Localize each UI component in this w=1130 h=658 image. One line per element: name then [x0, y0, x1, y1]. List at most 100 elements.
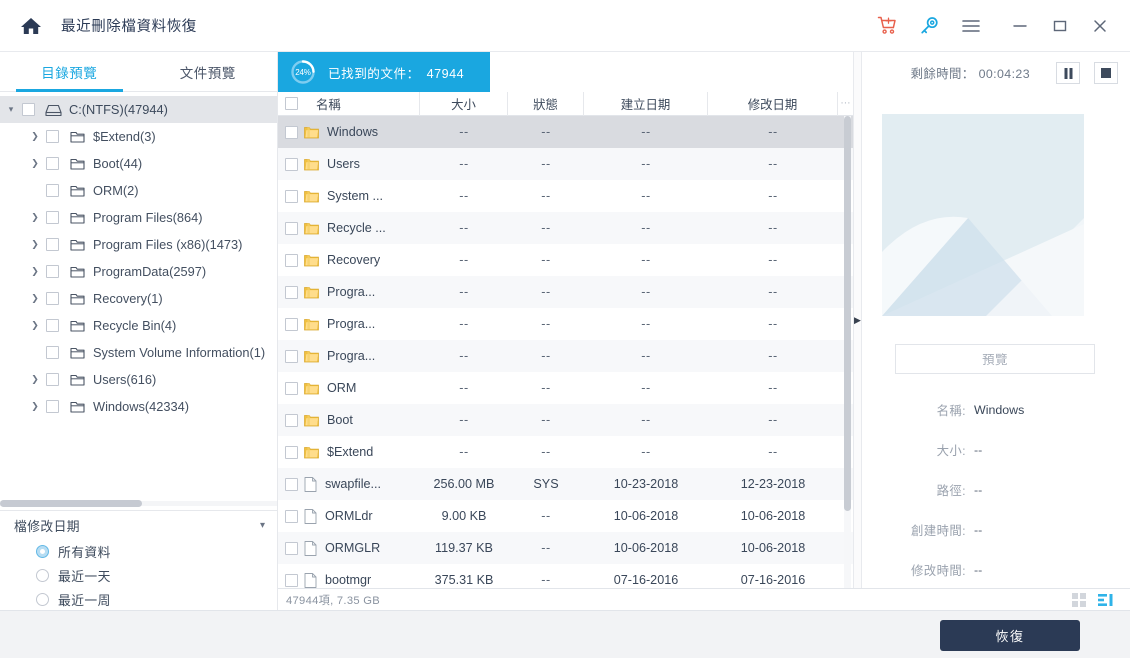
- tree-item[interactable]: ❯ORM(2): [0, 177, 277, 204]
- tree-item[interactable]: ❯ Program Files(864): [0, 204, 277, 231]
- column-header-modified-date[interactable]: 修改日期: [708, 91, 838, 116]
- radio-button[interactable]: [36, 568, 49, 582]
- preview-meta-row: 大小: --: [862, 430, 1130, 470]
- tab-directory-preview[interactable]: 目錄預覽: [0, 52, 139, 92]
- chevron-right-icon[interactable]: ❯: [24, 123, 46, 150]
- date-filter-option[interactable]: 所有資料: [0, 539, 277, 563]
- close-button[interactable]: [1080, 7, 1120, 45]
- date-filter-header[interactable]: 檔修改日期 ▾: [0, 511, 277, 539]
- home-icon[interactable]: [17, 12, 45, 40]
- tree-item-checkbox[interactable]: [46, 211, 59, 224]
- tree-item[interactable]: ❯ Windows(42334): [0, 393, 277, 420]
- tree-item-checkbox[interactable]: [46, 238, 59, 251]
- recover-button[interactable]: 恢復: [940, 620, 1080, 651]
- chevron-right-icon[interactable]: ❯: [24, 393, 46, 420]
- column-header-created-date[interactable]: 建立日期: [584, 91, 708, 116]
- tree-item-checkbox[interactable]: [46, 265, 59, 278]
- tree-item-checkbox[interactable]: [46, 130, 59, 143]
- stop-scan-button[interactable]: [1094, 62, 1118, 84]
- table-row[interactable]: ORMGLR 119.37 KB -- 10-06-2018 10-06-2018: [278, 532, 853, 564]
- tree-item[interactable]: ❯ $Extend(3): [0, 123, 277, 150]
- table-row[interactable]: System ... -- -- -- --: [278, 180, 853, 212]
- table-row[interactable]: Boot -- -- -- --: [278, 404, 853, 436]
- chevron-right-icon[interactable]: ❯: [24, 285, 46, 312]
- chevron-down-icon[interactable]: ▾: [0, 96, 22, 123]
- chevron-right-icon[interactable]: ❯: [24, 312, 46, 339]
- column-header-size[interactable]: 大小: [420, 91, 508, 116]
- row-checkbox[interactable]: [284, 317, 298, 331]
- tree-item-checkbox[interactable]: [46, 319, 59, 332]
- tree-item[interactable]: ❯ Recycle Bin(4): [0, 312, 277, 339]
- tree-item-checkbox[interactable]: [22, 103, 35, 116]
- radio-button[interactable]: [36, 592, 49, 606]
- tree-horizontal-scrollbar[interactable]: [0, 499, 277, 508]
- tree-item-checkbox[interactable]: [46, 346, 59, 359]
- tree-item[interactable]: ❯ Recovery(1): [0, 285, 277, 312]
- maximize-button[interactable]: [1040, 7, 1080, 45]
- row-checkbox[interactable]: [284, 573, 298, 587]
- table-row[interactable]: Progra... -- -- -- --: [278, 276, 853, 308]
- date-filter-option[interactable]: 最近一周: [0, 587, 277, 611]
- row-checkbox[interactable]: [284, 221, 298, 235]
- chevron-right-icon[interactable]: ❯: [24, 231, 46, 258]
- tree-item-checkbox[interactable]: [46, 184, 59, 197]
- key-button[interactable]: [910, 7, 948, 45]
- row-checkbox[interactable]: [284, 445, 298, 459]
- column-header-overflow[interactable]: ⋯: [838, 92, 853, 116]
- row-checkbox[interactable]: [284, 253, 298, 267]
- cart-button[interactable]: [868, 7, 906, 45]
- table-row[interactable]: Users -- -- -- --: [278, 148, 853, 180]
- tree-item[interactable]: ❯ Boot(44): [0, 150, 277, 177]
- cell-size: --: [420, 372, 508, 404]
- tree-item[interactable]: ▾ C:(NTFS)(47944): [0, 96, 277, 123]
- table-row[interactable]: Progra... -- -- -- --: [278, 308, 853, 340]
- preview-panel-collapse-handle[interactable]: ▶: [853, 52, 862, 588]
- row-checkbox[interactable]: [284, 381, 298, 395]
- table-row[interactable]: Recycle ... -- -- -- --: [278, 212, 853, 244]
- grid-view-icon[interactable]: [1066, 589, 1092, 611]
- row-checkbox[interactable]: [284, 125, 298, 139]
- tree-item-checkbox[interactable]: [46, 373, 59, 386]
- row-checkbox[interactable]: [284, 285, 298, 299]
- menu-button[interactable]: [952, 7, 990, 45]
- table-row[interactable]: $Extend -- -- -- --: [278, 436, 853, 468]
- row-checkbox[interactable]: [284, 413, 298, 427]
- tab-file-preview[interactable]: 文件預覽: [139, 52, 278, 91]
- preview-meta-label: 創建時間:: [910, 524, 966, 538]
- file-list-scrollbar-thumb[interactable]: [844, 116, 851, 511]
- row-checkbox[interactable]: [284, 541, 298, 555]
- column-header-state[interactable]: 狀態: [508, 91, 584, 116]
- tree-item[interactable]: ❯ ProgramData(2597): [0, 258, 277, 285]
- chevron-right-icon[interactable]: ❯: [24, 150, 46, 177]
- table-row[interactable]: swapfile... 256.00 MB SYS 10-23-2018 12-23-2…: [278, 468, 853, 500]
- table-row[interactable]: ORM -- -- -- --: [278, 372, 853, 404]
- tree-item-checkbox[interactable]: [46, 400, 59, 413]
- date-filter-option[interactable]: 最近一天: [0, 563, 277, 587]
- table-row[interactable]: Windows -- -- -- --: [278, 116, 853, 148]
- tree-item[interactable]: ❯ Users(616): [0, 366, 277, 393]
- row-checkbox[interactable]: [284, 477, 298, 491]
- preview-button[interactable]: 預覽: [895, 344, 1095, 374]
- select-all-checkbox[interactable]: [284, 97, 298, 110]
- tree-item-checkbox[interactable]: [46, 157, 59, 170]
- pause-scan-button[interactable]: [1056, 62, 1080, 84]
- tree-item[interactable]: ❯ Program Files (x86)(1473): [0, 231, 277, 258]
- chevron-right-icon[interactable]: ❯: [24, 204, 46, 231]
- tree-item-checkbox[interactable]: [46, 292, 59, 305]
- table-row[interactable]: ORMLdr 9.00 KB -- 10-06-2018 10-06-2018: [278, 500, 853, 532]
- row-checkbox[interactable]: [284, 509, 298, 523]
- minimize-button[interactable]: [1000, 7, 1040, 45]
- row-checkbox[interactable]: [284, 349, 298, 363]
- scrollbar-thumb[interactable]: [0, 500, 142, 507]
- tree-item[interactable]: ❯System Volume Information(1): [0, 339, 277, 366]
- radio-button[interactable]: [36, 544, 49, 558]
- table-row[interactable]: Progra... -- -- -- --: [278, 340, 853, 372]
- cell-created-date-label: --: [641, 445, 651, 459]
- chevron-right-icon[interactable]: ❯: [24, 258, 46, 285]
- table-row[interactable]: Recovery -- -- -- --: [278, 244, 853, 276]
- row-checkbox[interactable]: [284, 157, 298, 171]
- column-header-name[interactable]: 名稱: [304, 91, 420, 116]
- list-view-icon[interactable]: [1092, 589, 1118, 611]
- chevron-right-icon[interactable]: ❯: [24, 366, 46, 393]
- row-checkbox[interactable]: [284, 189, 298, 203]
